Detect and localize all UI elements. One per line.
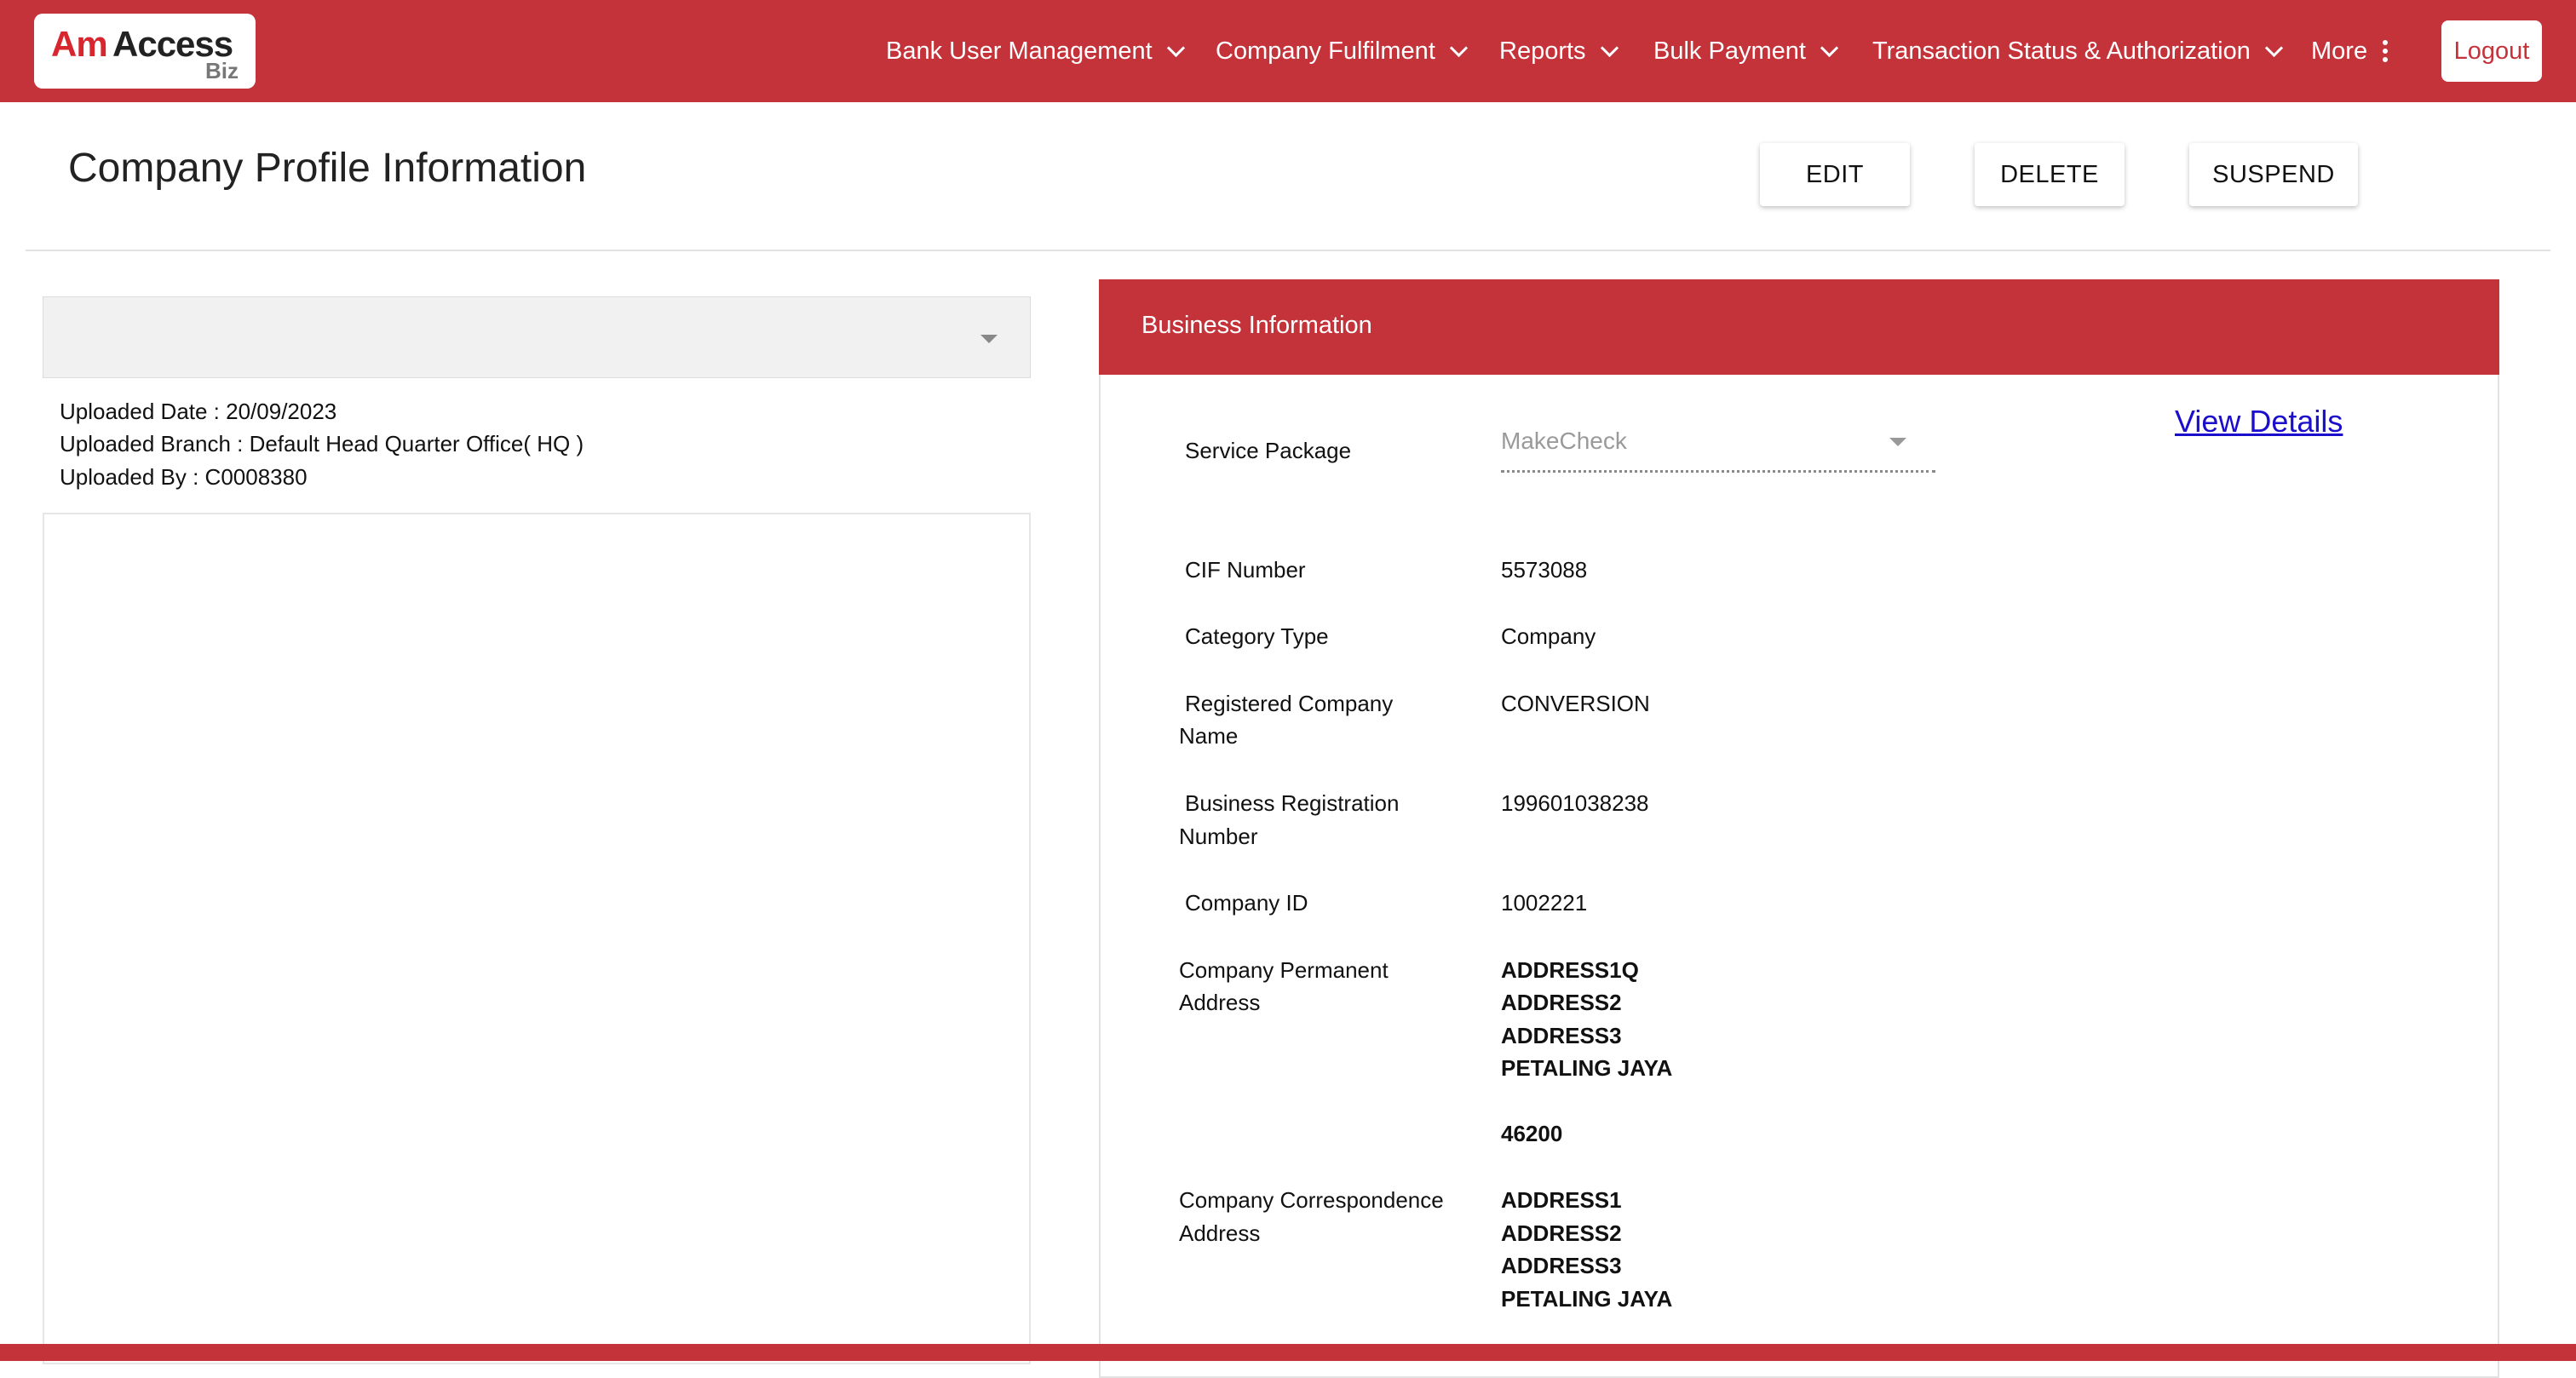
- page-title: Company Profile Information: [68, 146, 587, 191]
- nav-label: More: [2311, 37, 2368, 65]
- nav-label: Transaction Status & Authorization: [1872, 37, 2251, 65]
- nav-transaction-status-authorization[interactable]: Transaction Status & Authorization: [1872, 34, 2283, 68]
- document-select[interactable]: [43, 296, 1031, 378]
- category-type-value: Company: [1501, 623, 1596, 649]
- correspondence-address-line: PETALING JAYA: [1501, 1286, 1673, 1312]
- correspondence-address-label-line2: Address: [1179, 1220, 1261, 1246]
- permanent-address-line: ADDRESS3: [1501, 1023, 1622, 1048]
- company-id-label: Company ID: [1185, 890, 1308, 916]
- document-preview: [43, 513, 1031, 1364]
- service-package-value: MakeCheck: [1501, 428, 1627, 454]
- logout-button[interactable]: Logout: [2441, 20, 2542, 82]
- registered-company-name-label-line1: Registered Company: [1185, 691, 1394, 716]
- top-navigation-bar: Am Access Biz Bank User Management Compa…: [0, 0, 2576, 102]
- view-details-link[interactable]: View Details: [2175, 404, 2343, 439]
- bottom-bar: [0, 1344, 2576, 1361]
- edit-button[interactable]: EDIT: [1760, 143, 1910, 206]
- nav-label: Bank User Management: [886, 37, 1153, 65]
- dropdown-caret-icon: [1889, 438, 1906, 446]
- business-registration-number-value: 199601038238: [1501, 790, 1649, 816]
- permanent-address-label-line2: Address: [1179, 990, 1261, 1015]
- uploaded-branch: Uploaded Branch : Default Head Quarter O…: [60, 431, 584, 456]
- service-package-label: Service Package: [1185, 438, 1352, 463]
- nav-bulk-payment[interactable]: Bulk Payment: [1653, 34, 1839, 68]
- permanent-address-label-line1: Company Permanent: [1179, 957, 1389, 983]
- nav-label: Company Fulfilment: [1216, 37, 1435, 65]
- section-title: Business Information: [1141, 312, 1372, 339]
- permanent-address-postcode: 46200: [1501, 1121, 1563, 1146]
- permanent-address-line: PETALING JAYA: [1501, 1055, 1673, 1081]
- cif-number-label: CIF Number: [1185, 557, 1306, 583]
- registered-company-name-value: CONVERSION: [1501, 691, 1650, 716]
- nav-bank-user-management[interactable]: Bank User Management: [886, 34, 1185, 68]
- correspondence-address-line: ADDRESS1: [1501, 1187, 1622, 1213]
- nav-more[interactable]: More: [2311, 34, 2389, 68]
- chevron-down-icon: [2264, 38, 2283, 57]
- category-type-label: Category Type: [1185, 623, 1329, 649]
- nav-label: Reports: [1499, 37, 1586, 65]
- business-registration-number-label-line2: Number: [1179, 824, 1258, 849]
- amaccess-biz-logo[interactable]: Am Access Biz: [34, 14, 256, 89]
- business-registration-number-label-line1: Business Registration: [1185, 790, 1400, 816]
- delete-button[interactable]: DELETE: [1975, 143, 2125, 206]
- chevron-down-icon: [1449, 38, 1468, 57]
- more-vertical-icon: [2383, 40, 2389, 62]
- suspend-button[interactable]: SUSPEND: [2189, 143, 2358, 206]
- cif-number-value: 5573088: [1501, 557, 1588, 583]
- logo-am-text: Am: [51, 24, 108, 64]
- correspondence-address-line: ADDRESS2: [1501, 1220, 1622, 1246]
- logo-biz-text: Biz: [205, 58, 239, 83]
- registered-company-name-label-line2: Name: [1179, 723, 1239, 749]
- correspondence-address-label-line1: Company Correspondence: [1179, 1187, 1444, 1213]
- chevron-down-icon: [1600, 38, 1619, 57]
- correspondence-address-line: ADDRESS3: [1501, 1253, 1622, 1278]
- permanent-address-line: ADDRESS2: [1501, 990, 1622, 1015]
- company-id-value: 1002221: [1501, 890, 1588, 916]
- permanent-address-line: ADDRESS1Q: [1501, 957, 1639, 983]
- dropdown-caret-icon: [980, 335, 998, 343]
- header-divider: [26, 250, 2550, 251]
- nav-company-fulfilment[interactable]: Company Fulfilment: [1216, 34, 1468, 68]
- nav-reports[interactable]: Reports: [1499, 34, 1619, 68]
- nav-label: Bulk Payment: [1653, 37, 1806, 65]
- uploaded-by: Uploaded By : C0008380: [60, 464, 308, 490]
- business-information-header: Business Information: [1099, 279, 2499, 375]
- service-package-select[interactable]: MakeCheck: [1501, 426, 1935, 473]
- uploaded-date: Uploaded Date : 20/09/2023: [60, 399, 337, 424]
- chevron-down-icon: [1166, 38, 1185, 57]
- chevron-down-icon: [1820, 38, 1839, 57]
